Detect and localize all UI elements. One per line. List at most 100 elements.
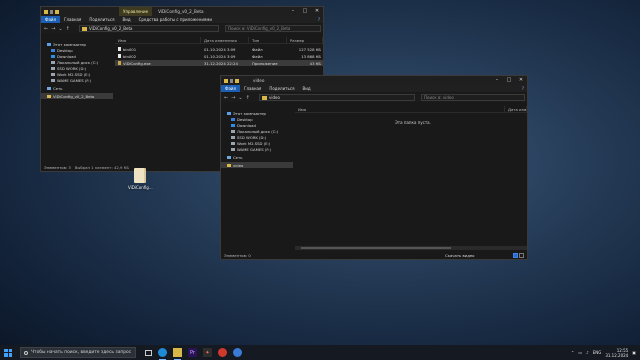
ribbon-tab-home[interactable]: Главная: [240, 86, 265, 91]
premiere-icon[interactable]: Pr: [188, 348, 197, 357]
file-name: bin001: [123, 46, 137, 52]
column-header-date[interactable]: Дата изменения: [201, 37, 249, 43]
ribbon-tab-file[interactable]: Файл: [41, 16, 61, 23]
column-header-size[interactable]: Размер: [287, 37, 323, 43]
folder-icon: [262, 95, 267, 100]
ribbon-tab-app-tools[interactable]: Средства работы с приложениями: [135, 17, 216, 22]
quick-access-toolbar[interactable]: [44, 9, 59, 14]
nav-item-drive-f[interactable]: WAME GAMES (F:): [41, 77, 113, 83]
column-header-date[interactable]: Дата изменения: [505, 106, 527, 112]
forward-icon[interactable]: →: [231, 95, 235, 101]
nav-label: ViDiConfig_v0_2_Beta: [53, 93, 95, 99]
table-row[interactable]: bin002 01.10.2024 3:09 Файл 13 868 КБ: [115, 53, 323, 59]
file-icon: [118, 47, 121, 51]
title-bar[interactable]: video – □ ✕: [221, 76, 527, 85]
file-name: ViDiConfig.exe: [123, 60, 151, 66]
desktop-icon: [231, 117, 235, 121]
scrollbar-thumb[interactable]: [301, 247, 451, 249]
properties-icon[interactable]: [50, 9, 53, 14]
column-header-name[interactable]: Имя: [115, 37, 201, 43]
clock[interactable]: 12:55 31.12.2024: [605, 348, 628, 358]
explorer-window-video[interactable]: video – □ ✕ Файл Главная Поделиться Вид ? …: [220, 75, 528, 260]
notifications-icon[interactable]: ▣: [632, 350, 636, 355]
nav-label: SSD WORK (D:): [57, 65, 87, 71]
volume-icon[interactable]: ♪: [586, 350, 589, 355]
new-folder-icon[interactable]: [55, 9, 59, 14]
maximize-button[interactable]: □: [299, 7, 311, 16]
close-button[interactable]: ✕: [311, 7, 323, 16]
file-type: Файл: [252, 53, 263, 59]
globe-icon[interactable]: [233, 348, 242, 357]
forward-icon[interactable]: →: [51, 26, 55, 32]
desktop-icon: [51, 48, 55, 52]
chrome-icon[interactable]: [218, 348, 227, 357]
up-icon[interactable]: ↑: [66, 26, 70, 32]
back-icon[interactable]: ←: [224, 95, 228, 101]
desktop-shortcut[interactable]: ViDiConfig...: [128, 168, 153, 190]
nav-item-network[interactable]: Сеть: [41, 85, 113, 91]
clock-date: 31.12.2024: [605, 352, 629, 358]
ribbon-tab-share[interactable]: Поделиться: [265, 86, 298, 91]
minimize-button[interactable]: –: [287, 7, 299, 16]
task-view-icon[interactable]: [145, 349, 152, 356]
network-tray-icon[interactable]: ▭: [578, 350, 582, 355]
horizontal-scrollbar[interactable]: [295, 246, 527, 250]
column-headers: Имя Дата изменения: [295, 106, 527, 113]
maximize-button[interactable]: □: [503, 76, 515, 85]
language-indicator[interactable]: ENG: [593, 350, 602, 355]
address-bar[interactable]: ViDiConfig_v0_2_Beta: [79, 25, 219, 32]
taskbar-search-text: Чтобы начать поиск, введите здесь запрос: [31, 350, 132, 355]
details-view-icon[interactable]: [513, 253, 518, 258]
table-row[interactable]: ViDiConfig.exe 31.12.2024 22:24 Приложен…: [115, 60, 323, 66]
nav-item-current-folder[interactable]: ViDiConfig_v0_2_Beta: [41, 93, 113, 99]
start-button[interactable]: [4, 348, 12, 357]
column-header-name[interactable]: Имя: [295, 106, 505, 112]
ribbon-tab-share[interactable]: Поделиться: [85, 17, 118, 22]
help-icon[interactable]: ?: [318, 17, 320, 22]
nav-label: video: [233, 162, 244, 168]
chevron-down-icon[interactable]: ⌄: [238, 95, 242, 101]
minimize-button[interactable]: –: [491, 76, 503, 85]
nav-item-network[interactable]: Сеть: [221, 154, 293, 160]
nav-label: Этот компьютер: [53, 41, 86, 47]
address-text: ViDiConfig_v0_2_Beta: [89, 26, 133, 31]
edge-icon[interactable]: [158, 348, 167, 360]
download-icon: [51, 54, 55, 58]
chevron-up-icon[interactable]: ⌃: [571, 350, 574, 355]
file-list[interactable]: Имя Дата изменения Эта папка пуста.: [295, 106, 527, 252]
ribbon-tab-file[interactable]: Файл: [221, 85, 241, 92]
title-bar[interactable]: Управление ViDiConfig_v0_2_Beta – □ ✕: [41, 7, 323, 16]
nav-label: Сеть: [233, 154, 243, 160]
view-toggle[interactable]: [513, 253, 524, 258]
properties-icon[interactable]: [230, 78, 233, 83]
search-input[interactable]: Поиск в: ViDiConfig_v0_2_Beta: [225, 25, 321, 32]
back-icon[interactable]: ←: [44, 26, 48, 32]
figma-icon[interactable]: ✦: [203, 348, 212, 357]
file-date: 01.10.2024 3:09: [204, 53, 236, 59]
nav-item-drive-f[interactable]: WAME GAMES (F:): [221, 146, 293, 152]
search-input[interactable]: Поиск в: video: [421, 94, 525, 101]
table-row[interactable]: bin001 01.10.2024 3:09 Файл 127 528 КБ: [115, 46, 323, 52]
up-icon[interactable]: ↑: [246, 95, 250, 101]
ribbon-tab-view[interactable]: Вид: [298, 86, 314, 91]
chevron-down-icon[interactable]: ⌄: [58, 26, 62, 32]
drive-icon: [51, 66, 55, 70]
manage-tab[interactable]: Управление: [119, 7, 153, 16]
ribbon-tab-view[interactable]: Вид: [118, 17, 134, 22]
help-icon[interactable]: ?: [522, 86, 524, 91]
file-date: 31.12.2024 22:24: [204, 60, 238, 66]
new-folder-icon[interactable]: [235, 78, 239, 83]
nav-item-current-folder[interactable]: video: [221, 162, 293, 168]
file-explorer-icon[interactable]: [173, 348, 182, 360]
quick-access-toolbar[interactable]: [224, 78, 239, 83]
large-icons-view-icon[interactable]: [519, 253, 524, 258]
column-header-type[interactable]: Тип: [249, 37, 287, 43]
system-tray: ⌃ ▭ ♪ ENG 12:55 31.12.2024 ▣: [571, 345, 636, 360]
close-button[interactable]: ✕: [515, 76, 527, 85]
ribbon-tab-home[interactable]: Главная: [60, 17, 85, 22]
selection-info: Выбран 1 элемент: 42,9 КБ: [74, 165, 129, 170]
drive-icon: [51, 78, 55, 82]
nav-label: Download: [237, 122, 256, 128]
address-bar[interactable]: video: [259, 94, 415, 101]
taskbar-search-input[interactable]: Чтобы начать поиск, введите здесь запрос: [20, 347, 136, 358]
